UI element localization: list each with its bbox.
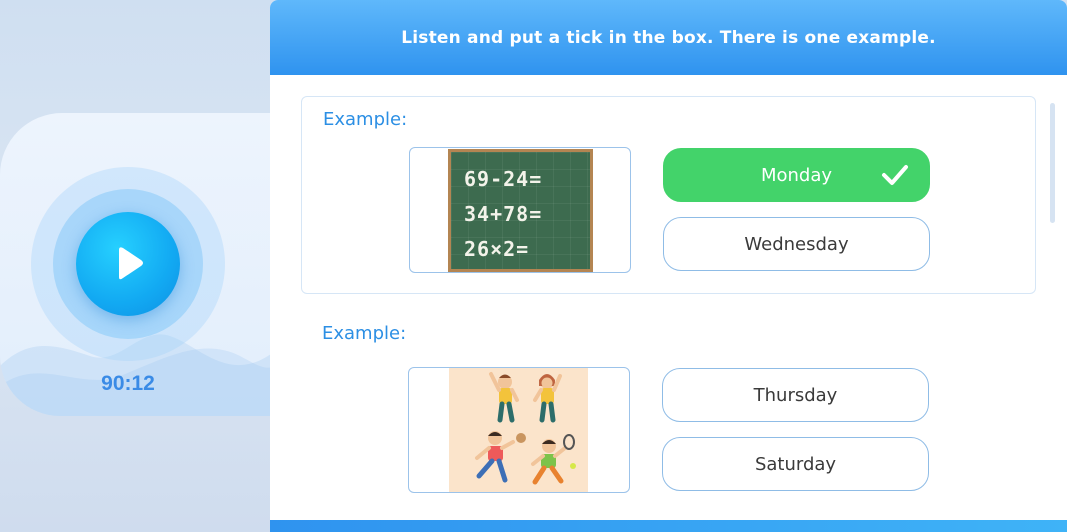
- question-label: Example:: [322, 323, 407, 344]
- question-image-frame: 69-24= 34+78= 26×2=: [409, 147, 631, 273]
- option-button-wednesday[interactable]: Wednesday: [663, 217, 930, 271]
- question-card-2: Example: Thursday Saturday: [301, 312, 1036, 502]
- question-panel: Listen and put a tick in the box. There …: [270, 0, 1067, 532]
- option-label: Wednesday: [744, 233, 849, 255]
- option-button-monday[interactable]: Monday: [663, 148, 930, 202]
- chalk-line: 34+78=: [464, 202, 543, 226]
- chalkboard-math-image: 69-24= 34+78= 26×2=: [448, 149, 593, 272]
- chalk-line: 69-24=: [464, 167, 543, 191]
- question-card-1: Example: 69-24= 34+78= 26×2= Monday Wedn…: [301, 96, 1036, 294]
- option-label: Saturday: [754, 453, 837, 475]
- question-label: Example:: [323, 109, 408, 130]
- scrollbar[interactable]: [1050, 103, 1055, 223]
- play-button[interactable]: [76, 212, 180, 316]
- instruction-title: Listen and put a tick in the box. There …: [401, 27, 936, 48]
- option-button-thursday[interactable]: Thursday: [662, 368, 929, 422]
- chalk-line: 26×2=: [464, 237, 530, 261]
- option-label: Thursday: [753, 384, 838, 406]
- timer-display: 90:12: [101, 372, 155, 395]
- instruction-header: Listen and put a tick in the box. There …: [270, 0, 1067, 75]
- option-button-saturday[interactable]: Saturday: [662, 437, 929, 491]
- play-icon: [119, 247, 143, 280]
- children-exercising-image: [449, 368, 588, 492]
- question-image-frame: [408, 367, 630, 493]
- bottom-accent-bar: [270, 520, 1067, 532]
- check-icon: [882, 165, 908, 185]
- option-label: Monday: [760, 164, 833, 186]
